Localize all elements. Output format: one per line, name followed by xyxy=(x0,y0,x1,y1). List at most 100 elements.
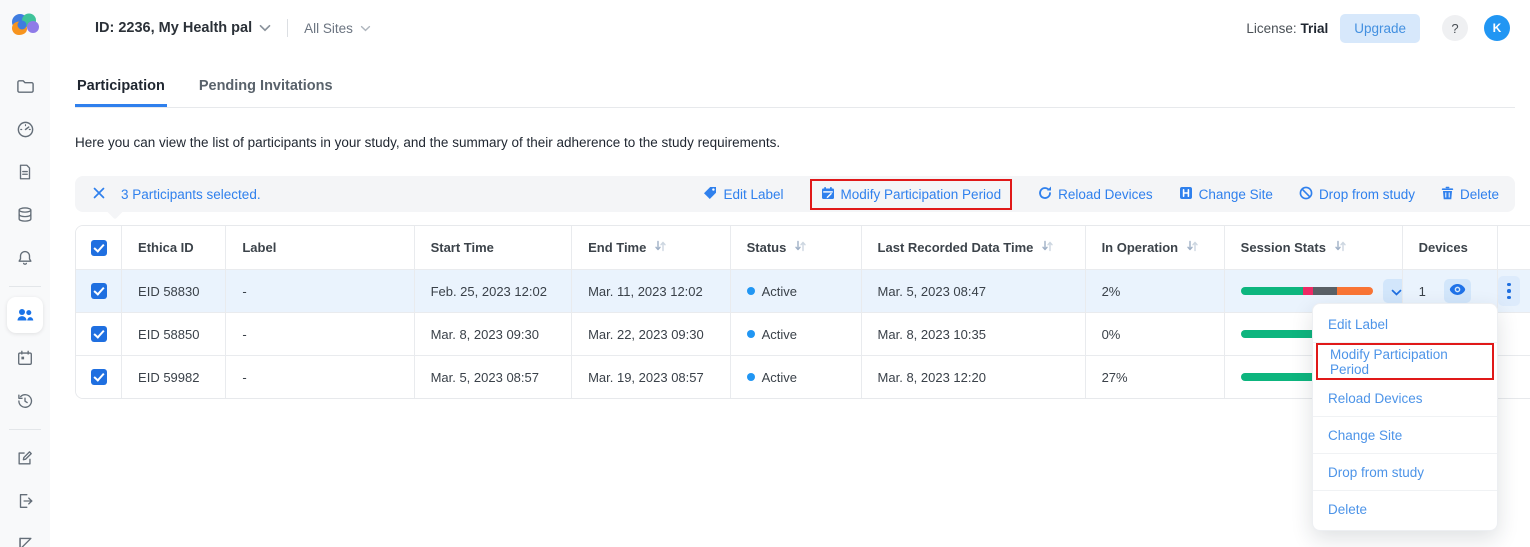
header-status[interactable]: Status xyxy=(731,226,862,269)
sidebar-item-dashboard[interactable] xyxy=(7,111,43,147)
avatar[interactable]: K xyxy=(1484,15,1510,41)
sidebar-item-consent[interactable] xyxy=(7,440,43,476)
help-button[interactable]: ? xyxy=(1442,15,1468,41)
status-active-dot xyxy=(747,287,755,295)
tag-icon xyxy=(703,186,717,203)
topbar: ID: 2236, My Health pal All Sites Licens… xyxy=(50,0,1530,56)
sort-icon xyxy=(654,240,667,255)
cell-end-time: Mar. 22, 2023 09:30 xyxy=(572,312,731,355)
menu-item-change-site[interactable]: Change Site xyxy=(1313,417,1497,454)
exit-arrow-icon xyxy=(16,492,34,510)
status-active-dot xyxy=(747,373,755,381)
view-devices-button[interactable] xyxy=(1444,279,1471,303)
cell-row-menu xyxy=(1498,355,1530,398)
row-checkbox[interactable] xyxy=(91,283,107,299)
header-last-recorded[interactable]: Last Recorded Data Time xyxy=(862,226,1086,269)
sidebar xyxy=(0,0,50,547)
row-menu-button[interactable] xyxy=(1498,276,1520,306)
tab-pending-invitations[interactable]: Pending Invitations xyxy=(197,70,335,107)
table-header-row: Ethica ID Label Start Time End Time Stat… xyxy=(76,226,1530,269)
calendar-edit-icon xyxy=(821,186,835,203)
gauge-icon xyxy=(16,120,35,139)
app-window: ID: 2236, My Health pal All Sites Licens… xyxy=(0,0,1530,547)
header-label: Label xyxy=(226,226,414,269)
sidebar-item-sessions[interactable] xyxy=(7,340,43,376)
select-all-checkbox[interactable] xyxy=(91,240,107,256)
change-site-action[interactable]: Change Site xyxy=(1179,186,1273,203)
file-icon xyxy=(16,163,34,181)
bell-icon xyxy=(16,249,34,267)
selection-count-text: 3 Participants selected. xyxy=(121,187,261,202)
compose-icon xyxy=(16,449,34,467)
clear-selection-button[interactable] xyxy=(91,185,107,204)
header-in-operation[interactable]: In Operation xyxy=(1086,226,1225,269)
tab-bar: Participation Pending Invitations xyxy=(75,70,1515,108)
close-icon xyxy=(93,187,105,202)
folder-icon xyxy=(16,77,35,96)
sidebar-item-data[interactable] xyxy=(7,197,43,233)
cell-status: Active xyxy=(731,355,862,398)
chevron-down-icon xyxy=(360,19,371,37)
eye-icon xyxy=(1449,283,1466,299)
cell-ethica-id: EID 58830 xyxy=(122,269,226,312)
session-stats-expand-button[interactable] xyxy=(1383,279,1403,303)
sidebar-item-studies[interactable] xyxy=(7,68,43,104)
upgrade-button[interactable]: Upgrade xyxy=(1340,14,1420,43)
cell-ethica-id: EID 58850 xyxy=(122,312,226,355)
header-end-time[interactable]: End Time xyxy=(572,226,731,269)
reload-icon xyxy=(1038,186,1052,203)
page-description: Here you can view the list of participan… xyxy=(75,135,1515,150)
sidebar-item-history[interactable] xyxy=(7,383,43,419)
cell-start-time: Feb. 25, 2023 12:02 xyxy=(415,269,573,312)
slash-circle-icon xyxy=(1299,186,1313,203)
menu-item-delete[interactable]: Delete xyxy=(1313,491,1497,528)
row-checkbox[interactable] xyxy=(91,326,107,342)
menu-item-edit-label[interactable]: Edit Label xyxy=(1313,306,1497,343)
delete-action[interactable]: Delete xyxy=(1441,186,1499,203)
cell-label: - xyxy=(226,355,414,398)
row-checkbox[interactable] xyxy=(91,369,107,385)
sidebar-item-surveys[interactable] xyxy=(7,154,43,190)
drop-from-study-action[interactable]: Drop from study xyxy=(1299,186,1415,203)
header-ethica-id: Ethica ID xyxy=(122,226,226,269)
sidebar-nav xyxy=(7,68,43,547)
cell-label: - xyxy=(226,312,414,355)
table-row: EID 58830 - Feb. 25, 2023 12:02 Mar. 11,… xyxy=(76,269,1530,312)
sidebar-item-analytics[interactable] xyxy=(7,526,43,547)
edit-label-action[interactable]: Edit Label xyxy=(703,186,783,203)
chevron-down-icon xyxy=(1391,284,1402,299)
topbar-divider xyxy=(287,19,288,37)
sites-selector[interactable]: All Sites xyxy=(304,19,371,37)
menu-item-reload-devices[interactable]: Reload Devices xyxy=(1313,380,1497,417)
pennant-icon xyxy=(16,535,34,547)
sidebar-item-participants[interactable] xyxy=(7,297,43,333)
menu-item-modify-participation-period[interactable]: Modify Participation Period xyxy=(1316,343,1494,380)
cell-end-time: Mar. 19, 2023 08:57 xyxy=(572,355,731,398)
cell-ethica-id: EID 59982 xyxy=(122,355,226,398)
sort-icon xyxy=(1186,240,1199,255)
study-selector-label: ID: 2236, My Health pal xyxy=(95,20,252,36)
reload-devices-action[interactable]: Reload Devices xyxy=(1038,186,1153,203)
tab-participation[interactable]: Participation xyxy=(75,70,167,107)
cell-last-recorded: Mar. 8, 2023 10:35 xyxy=(862,312,1086,355)
modify-participation-period-action[interactable]: Modify Participation Period xyxy=(810,179,1013,210)
cell-status: Active xyxy=(731,312,862,355)
cell-row-menu xyxy=(1498,312,1530,355)
header-start-time: Start Time xyxy=(415,226,573,269)
sidebar-item-export[interactable] xyxy=(7,483,43,519)
hospital-icon xyxy=(1179,186,1193,203)
cell-start-time: Mar. 5, 2023 08:57 xyxy=(415,355,573,398)
chevron-down-icon xyxy=(259,19,271,37)
sidebar-item-notifications[interactable] xyxy=(7,240,43,276)
header-session-stats[interactable]: Session Stats xyxy=(1225,226,1403,269)
menu-item-drop-from-study[interactable]: Drop from study xyxy=(1313,454,1497,491)
cell-last-recorded: Mar. 8, 2023 12:20 xyxy=(862,355,1086,398)
cell-start-time: Mar. 8, 2023 09:30 xyxy=(415,312,573,355)
header-devices: Devices xyxy=(1403,226,1498,269)
license-text: License: Trial xyxy=(1246,21,1328,36)
calendar-icon xyxy=(16,349,34,367)
trash-icon xyxy=(1441,186,1454,203)
study-selector[interactable]: ID: 2236, My Health pal xyxy=(95,19,271,37)
cell-last-recorded: Mar. 5, 2023 08:47 xyxy=(862,269,1086,312)
session-stats-bar xyxy=(1241,287,1373,295)
